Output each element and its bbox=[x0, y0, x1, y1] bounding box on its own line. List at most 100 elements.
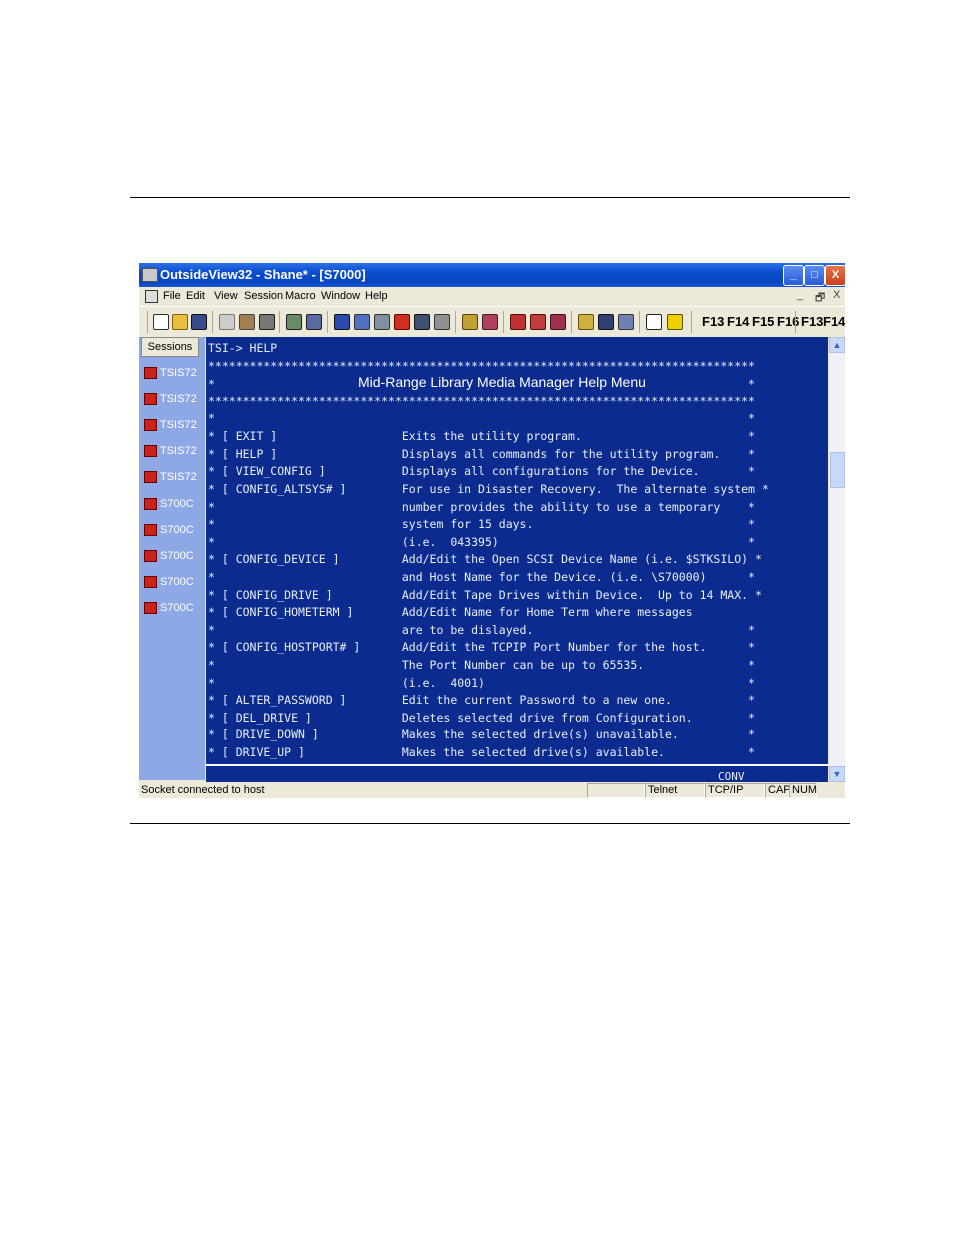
session-icon bbox=[144, 393, 157, 406]
session-label: TSIS72 bbox=[160, 419, 197, 431]
window-title: OutsideView32 - Shane* - [S7000] bbox=[160, 267, 366, 282]
network3-icon[interactable] bbox=[550, 314, 566, 330]
toolbar-separator bbox=[795, 311, 796, 333]
menu-help[interactable]: Help bbox=[365, 290, 388, 302]
session-label: TSIS72 bbox=[160, 393, 197, 405]
sessions-tab[interactable]: Sessions bbox=[141, 337, 199, 357]
title-bar[interactable]: OutsideView32 - Shane* - [S7000] _ □ X bbox=[139, 263, 845, 287]
terminal-line: * * bbox=[208, 411, 755, 425]
terminal-screen[interactable]: TSI-> HELP *****************************… bbox=[206, 337, 828, 784]
terminal-line: * [ EXIT ] Exits the utility program. * bbox=[208, 429, 755, 443]
window-icon[interactable] bbox=[646, 314, 662, 330]
keymap-icon[interactable] bbox=[374, 314, 390, 330]
menu-file[interactable]: File bbox=[163, 290, 181, 302]
terminal-line: ****************************************… bbox=[208, 394, 755, 408]
settings-icon[interactable] bbox=[482, 314, 498, 330]
copy-icon[interactable] bbox=[219, 314, 235, 330]
session-item[interactable]: S700C bbox=[144, 602, 204, 618]
terminal-line: * (i.e. 043395) * bbox=[208, 535, 755, 549]
terminal-icon[interactable] bbox=[334, 314, 350, 330]
new-icon[interactable] bbox=[153, 314, 169, 330]
tools-icon[interactable] bbox=[462, 314, 478, 330]
app-icon bbox=[142, 268, 158, 282]
session-item[interactable]: S700C bbox=[144, 550, 204, 566]
status-message: Socket connected to host bbox=[141, 784, 265, 796]
terminal-status-line: CONV bbox=[206, 764, 828, 784]
app-window: OutsideView32 - Shane* - [S7000] _ □ X F… bbox=[139, 263, 845, 798]
scroll-thumb[interactable] bbox=[830, 452, 845, 488]
toolbar-separator bbox=[455, 311, 456, 333]
fkey-f13[interactable]: F13 bbox=[702, 314, 724, 329]
session-item[interactable]: S700C bbox=[144, 498, 204, 514]
toolbar: F13 F14 F15 F16 F13 F14 bbox=[139, 306, 845, 338]
function-icon[interactable] bbox=[394, 314, 410, 330]
network-icon[interactable] bbox=[510, 314, 526, 330]
properties-icon[interactable] bbox=[618, 314, 634, 330]
minimize-button[interactable]: _ bbox=[783, 265, 804, 286]
mdi-minimize-button[interactable]: _ bbox=[797, 289, 803, 301]
session-icon bbox=[144, 367, 157, 380]
session-item[interactable]: S700C bbox=[144, 524, 204, 540]
status-transport: TCP/IP bbox=[708, 784, 744, 796]
vertical-scrollbar[interactable]: ▲ ▼ bbox=[829, 337, 845, 782]
session-item[interactable]: TSIS72 bbox=[144, 393, 204, 409]
terminal-line: * are to be dislayed. * bbox=[208, 623, 755, 637]
terminal-line: * [ CONFIG_ALTSYS# ] For use in Disaster… bbox=[208, 482, 769, 496]
connect-icon[interactable] bbox=[286, 314, 302, 330]
mdi-close-button[interactable]: X bbox=[833, 289, 840, 301]
terminal-line: * [ ALTER_PASSWORD ] Edit the current Pa… bbox=[208, 693, 755, 707]
toolbar-separator bbox=[503, 311, 504, 333]
print-icon[interactable] bbox=[259, 314, 275, 330]
session-item[interactable]: TSIS72 bbox=[144, 471, 204, 487]
open-icon[interactable] bbox=[172, 314, 188, 330]
transfer-icon[interactable] bbox=[306, 314, 322, 330]
maximize-button[interactable]: □ bbox=[804, 265, 825, 286]
session-item[interactable]: TSIS72 bbox=[144, 367, 204, 383]
terminal-line: * [ VIEW_CONFIG ] Displays all configura… bbox=[208, 464, 755, 478]
menu-view[interactable]: View bbox=[214, 290, 238, 302]
save-icon[interactable] bbox=[191, 314, 207, 330]
toolbar-separator bbox=[691, 311, 692, 333]
menu-edit[interactable]: Edit bbox=[186, 290, 205, 302]
cut-icon[interactable] bbox=[578, 314, 594, 330]
fkey-f14-alt[interactable]: F14 bbox=[823, 314, 845, 329]
status-caps: CAP bbox=[768, 784, 791, 796]
network2-icon[interactable] bbox=[530, 314, 546, 330]
terminal-line: * (i.e. 4001) * bbox=[208, 676, 755, 690]
bottom-rule bbox=[130, 823, 850, 824]
session-item[interactable]: TSIS72 bbox=[144, 419, 204, 435]
status-protocol: Telnet bbox=[648, 784, 678, 796]
terminal-line: * The Port Number can be up to 65535. * bbox=[208, 658, 755, 672]
fkey-f15[interactable]: F15 bbox=[752, 314, 774, 329]
fkey-f13-alt[interactable]: F13 bbox=[801, 314, 823, 329]
document-icon[interactable] bbox=[145, 290, 158, 303]
session-icon bbox=[144, 498, 157, 511]
close-button[interactable]: X bbox=[825, 265, 845, 286]
session-item[interactable]: S700C bbox=[144, 576, 204, 592]
session-icon bbox=[144, 550, 157, 563]
toolbar-separator bbox=[639, 311, 640, 333]
menu-session[interactable]: Session bbox=[244, 290, 283, 302]
fkey-f16[interactable]: F16 bbox=[777, 314, 799, 329]
status-num: NUM bbox=[792, 784, 818, 796]
menu-macro[interactable]: Macro bbox=[285, 290, 316, 302]
terminal-line: * [ HELP ] Displays all commands for the… bbox=[208, 447, 755, 461]
scroll-up-icon[interactable]: ▲ bbox=[829, 337, 845, 353]
terminal-line: * [ DRIVE_UP ] Makes the selected drive(… bbox=[208, 745, 755, 759]
macro-icon[interactable] bbox=[414, 314, 430, 330]
help-icon[interactable] bbox=[667, 314, 683, 330]
session-icon bbox=[144, 576, 157, 589]
keyboard-icon[interactable] bbox=[354, 314, 370, 330]
menu-bar: File Edit View Session Macro Window Help… bbox=[139, 287, 845, 306]
menu-window[interactable]: Window bbox=[321, 290, 360, 302]
status-cell bbox=[587, 783, 645, 798]
fkey-f14[interactable]: F14 bbox=[727, 314, 749, 329]
terminal-line: * [ DRIVE_DOWN ] Makes the selected driv… bbox=[208, 727, 755, 741]
record-icon[interactable] bbox=[434, 314, 450, 330]
paste-icon[interactable] bbox=[239, 314, 255, 330]
sessions-panel: Sessions TSIS72 TSIS72 TSIS72 TSIS72 TSI… bbox=[139, 337, 205, 780]
save2-icon[interactable] bbox=[598, 314, 614, 330]
scroll-down-icon[interactable]: ▼ bbox=[829, 766, 845, 782]
toolbar-separator bbox=[212, 311, 213, 333]
session-item[interactable]: TSIS72 bbox=[144, 445, 204, 461]
